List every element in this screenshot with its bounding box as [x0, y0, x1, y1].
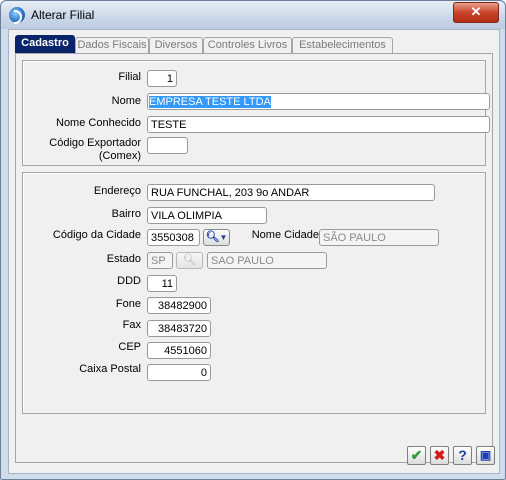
- endereco-field[interactable]: RUA FUNCHAL, 203 9o ANDAR: [147, 184, 435, 201]
- ddd-label: DDD: [117, 275, 141, 287]
- bairro-field[interactable]: VILA OLIMPIA: [147, 207, 267, 224]
- dialog-body: Cadastro Dados Fiscais Diversos Controle…: [8, 29, 500, 474]
- tab-page-cadastro: Filial 1 Nome EMPRESA TESTE LTDA Nome Co…: [15, 53, 493, 463]
- nome-field[interactable]: EMPRESA TESTE LTDA: [147, 93, 490, 110]
- help-button[interactable]: ?: [453, 446, 472, 465]
- codigo-cidade-field[interactable]: 3550308: [147, 229, 200, 246]
- codigo-cidade-label: Código da Cidade: [52, 229, 141, 241]
- dialog-window: Alterar Filial ✕ Cadastro Dados Fiscais …: [0, 0, 506, 480]
- group-identificacao: Filial 1 Nome EMPRESA TESTE LTDA Nome Co…: [22, 60, 490, 166]
- endereco-label: Endereço: [93, 185, 141, 197]
- filial-field[interactable]: 1: [147, 70, 177, 87]
- caixa-postal-label: Caixa Postal: [79, 363, 141, 375]
- cep-field[interactable]: 4551060: [147, 342, 211, 359]
- nome-label: Nome: [111, 95, 141, 107]
- check-icon: ✔: [410, 447, 423, 463]
- title-bar[interactable]: Alterar Filial ✕: [1, 1, 505, 29]
- nome-cidade-label: Nome Cidade: [251, 229, 319, 241]
- tab-cadastro[interactable]: Cadastro: [15, 35, 75, 53]
- app-icon: [9, 7, 25, 24]
- estado-label: Estado: [106, 253, 141, 265]
- bairro-label: Bairro: [111, 208, 141, 220]
- calculator-icon: ▣: [479, 448, 492, 462]
- dropdown-arrow-icon: ▼: [219, 233, 228, 242]
- question-icon: ?: [458, 447, 467, 463]
- estado-field: SP: [147, 252, 173, 269]
- fone-field[interactable]: 38482900: [147, 297, 211, 314]
- window-title: Alterar Filial: [31, 8, 95, 22]
- codigo-exportador-label-line2: (Comex): [98, 150, 141, 162]
- caixa-postal-field[interactable]: 0: [147, 364, 211, 381]
- fax-label: Fax: [122, 319, 141, 331]
- filial-label: Filial: [118, 71, 141, 83]
- extra-button[interactable]: ▣: [476, 446, 495, 465]
- ok-button[interactable]: ✔: [407, 446, 426, 465]
- estado-search-button: 🔍︎: [176, 252, 203, 269]
- search-icon: 🔍︎: [182, 254, 197, 266]
- nome-cidade-field: SÃO PAULO: [319, 229, 439, 246]
- x-icon: ✖: [433, 447, 446, 463]
- tab-estabelecimentos[interactable]: Estabelecimentos: [292, 37, 393, 53]
- nome-conhecido-label: Nome Conhecido: [56, 117, 141, 129]
- group-endereco: Endereço RUA FUNCHAL, 203 9o ANDAR Bairr…: [22, 172, 486, 414]
- codigo-exportador-field[interactable]: [147, 137, 188, 154]
- nome-conhecido-field[interactable]: TESTE: [147, 116, 490, 133]
- cidade-search-button[interactable]: 🔍︎▼: [203, 229, 230, 246]
- tab-dados-fiscais[interactable]: Dados Fiscais: [75, 37, 149, 53]
- estado-nome-field: SAO PAULO: [207, 252, 327, 269]
- close-button[interactable]: ✕: [453, 2, 499, 23]
- nome-selected-text: EMPRESA TESTE LTDA: [149, 96, 271, 108]
- tab-diversos[interactable]: Diversos: [149, 37, 203, 53]
- codigo-exportador-label: Código Exportador (Comex): [23, 137, 141, 163]
- cancel-button[interactable]: ✖: [430, 446, 449, 465]
- fone-label: Fone: [115, 298, 141, 310]
- cep-label: CEP: [118, 341, 141, 353]
- ddd-field[interactable]: 11: [147, 275, 177, 292]
- codigo-exportador-label-line1: Código Exportador: [49, 137, 141, 149]
- fax-field[interactable]: 38483720: [147, 320, 211, 337]
- tab-controles-livros[interactable]: Controles Livros: [203, 37, 292, 53]
- search-icon: 🔍︎: [205, 231, 220, 243]
